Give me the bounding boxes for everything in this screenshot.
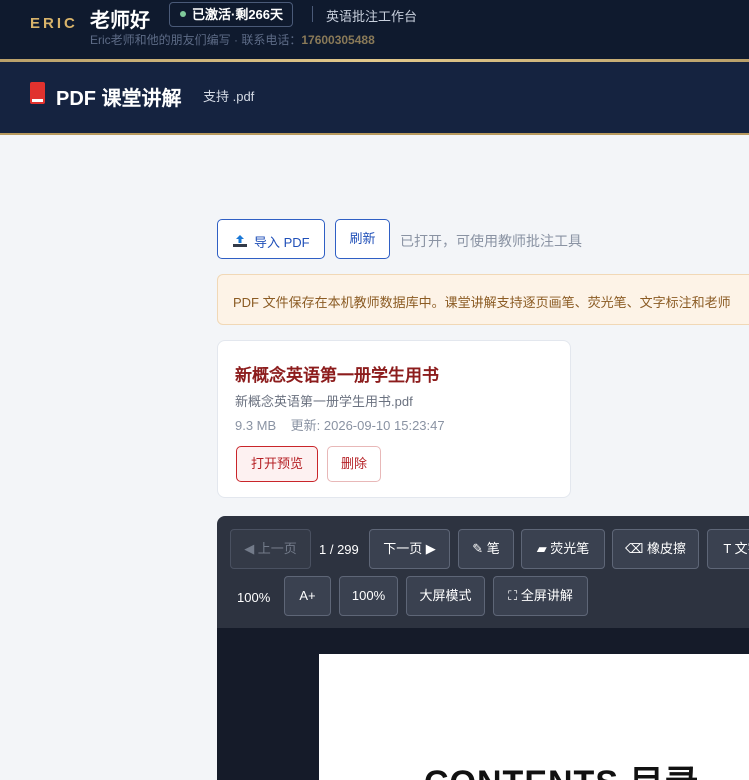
import-pdf-label: 导入 PDF [254, 235, 310, 250]
next-page-button[interactable]: 下一页 ▶ [369, 529, 450, 569]
zoom-in-button[interactable]: A+ [284, 576, 331, 616]
document-size: 9.3 MB [235, 418, 277, 433]
fullscreen-button[interactable]: ⛶ 全屏讲解 [493, 576, 588, 616]
document-meta: 9.3 MB 更新: 2026-09-10 15:23:47 [235, 415, 445, 434]
page-subtitle: 支持 .pdf [203, 89, 255, 104]
zoom-level: 100% [237, 590, 271, 605]
greeting: 老师好 [90, 10, 150, 32]
upload-icon [233, 235, 247, 247]
document-updated-label: 更新: [290, 418, 321, 433]
status-text: 已打开，可使用教师批注工具 [400, 233, 582, 249]
pdf-page-heading: CONTENTS 目录 [424, 755, 699, 780]
page-title: PDF 课堂讲解 [56, 88, 182, 110]
contact-phone: 17600305488 [301, 33, 375, 47]
license-badge: 已激活·剩266天 [169, 2, 294, 27]
document-filename: 新概念英语第一册学生用书.pdf [235, 394, 413, 409]
workbench-title: 英语批注工作台 [326, 9, 418, 24]
book-icon [30, 82, 45, 104]
refresh-button[interactable]: 刷新 [335, 219, 390, 259]
highlighter-button[interactable]: ▰ 荧光笔 [521, 529, 605, 569]
document-updated: 2026-09-10 15:23:47 [323, 418, 445, 433]
status-dot-icon [180, 11, 186, 17]
storage-notice: PDF 文件保存在本机教师数据库中。课堂讲解支持逐页画笔、荧光笔、文字标注和老师 [217, 274, 749, 325]
brand-logo: ERIC [30, 15, 78, 32]
delete-button[interactable]: 删除 [327, 446, 381, 482]
document-title: 新概念英语第一册学生用书 [235, 366, 439, 385]
license-badge-text: 已激活·剩266天 [192, 7, 284, 22]
open-preview-button[interactable]: 打开预览 [236, 446, 318, 482]
contact-prefix: Eric老师和他的朋友们编写 · 联系电话： [90, 33, 302, 47]
contact-info: Eric老师和他的朋友们编写 · 联系电话：17600305488 [90, 31, 375, 48]
header-separator [312, 6, 313, 22]
document-card: 新概念英语第一册学生用书 新概念英语第一册学生用书.pdf 9.3 MB 更新:… [217, 340, 571, 498]
text-tool-button[interactable]: T 文字 [707, 529, 749, 569]
big-screen-button[interactable]: 大屏模式 [406, 576, 485, 616]
pen-tool-button[interactable]: ✎ 笔 [458, 529, 514, 569]
page-indicator: 1 / 299 [319, 542, 359, 557]
zoom-reset-button[interactable]: 100% [339, 576, 398, 616]
prev-page-button[interactable]: ◀ 上一页 [230, 529, 311, 569]
import-pdf-button[interactable]: 导入 PDF [217, 219, 325, 259]
section-header-divider [0, 133, 749, 135]
eraser-button[interactable]: ⌫ 橡皮擦 [612, 529, 699, 569]
